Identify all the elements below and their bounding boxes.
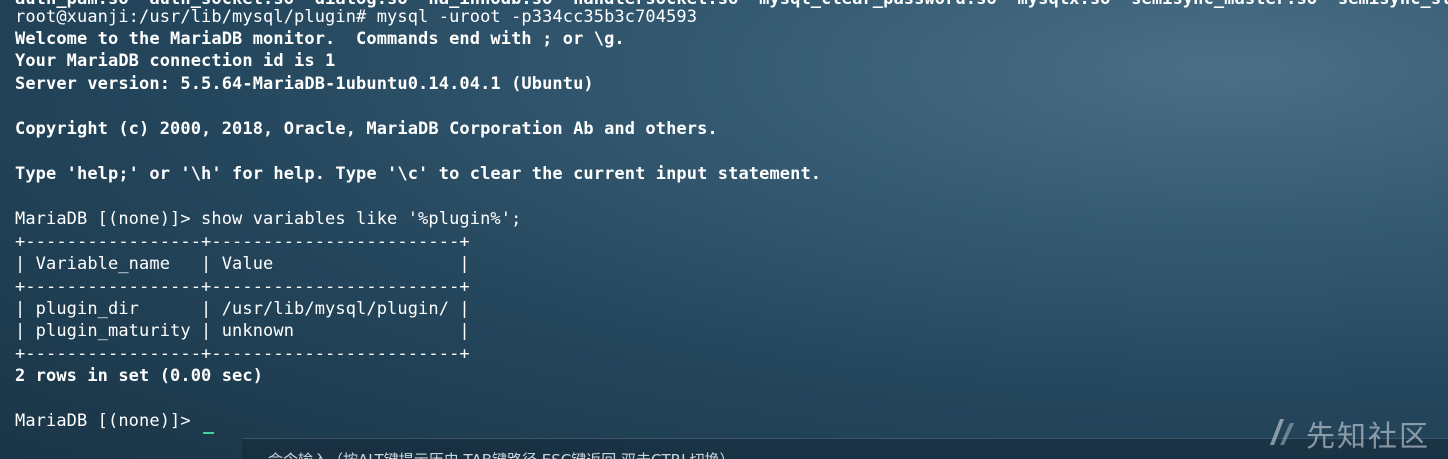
terminal-line-14: +-----------------+---------------------… — [15, 277, 470, 297]
terminal-line-18: 2 rows in set (0.00 sec) — [15, 366, 264, 386]
terminal-line-4: Your MariaDB connection id is 1 — [15, 51, 336, 71]
terminal-line-5: Server version: 5.5.64-MariaDB-1ubuntu0.… — [15, 74, 594, 94]
terminal-window[interactable]: auth_pam.so auth_socket.so dialog.so ha_… — [0, 0, 1448, 459]
terminal-line-15: | plugin_dir | /usr/lib/mysql/plugin/ | — [15, 299, 470, 319]
terminal-line-13: | Variable_name | Value | — [15, 254, 470, 274]
watermark-text: 先知社区 — [1306, 419, 1431, 453]
terminal-line-7: Copyright (c) 2000, 2018, Oracle, MariaD… — [15, 119, 718, 139]
terminal-line-20: MariaDB [(none)]> — [15, 411, 191, 431]
terminal-line-9: Type 'help;' or '\h' for help. Type '\c'… — [15, 164, 822, 184]
command-input-hint: 命令输入（按ALT键提示历史,TAB键路径,ESC键返回,双击CTRL切换） — [268, 449, 734, 459]
watermark-logo-icon — [1266, 415, 1300, 453]
terminal-line-17: +-----------------+---------------------… — [15, 344, 470, 364]
terminal-line-2: root@xuanji:/usr/lib/mysql/plugin# mysql… — [15, 7, 698, 27]
terminal-line-3: Welcome to the MariaDB monitor. Commands… — [15, 29, 625, 49]
terminal-cursor — [203, 432, 214, 434]
terminal-line-12: +-----------------+---------------------… — [15, 232, 470, 252]
terminal-line-16: | plugin_maturity | unknown | — [15, 321, 470, 341]
terminal-line-11: MariaDB [(none)]> show variables like '%… — [15, 209, 522, 229]
watermark: 先知社区 — [1266, 414, 1430, 454]
